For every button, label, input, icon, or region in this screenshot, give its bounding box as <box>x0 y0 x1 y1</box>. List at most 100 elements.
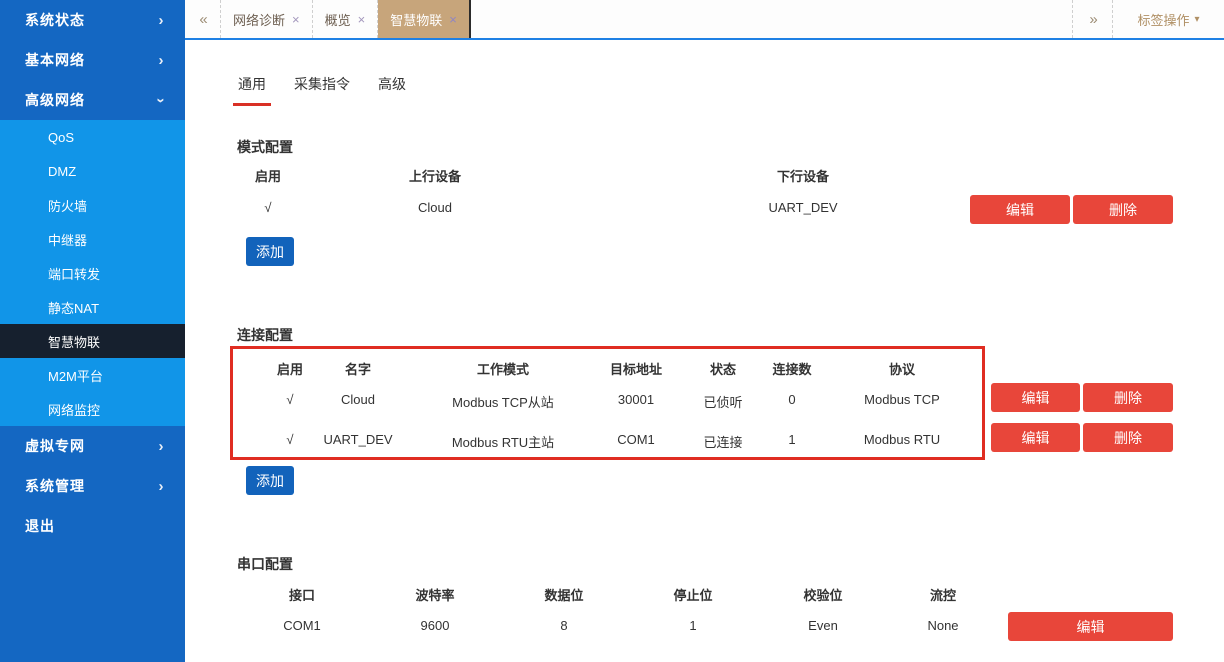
cell-name: UART_DEV <box>303 432 413 447</box>
cell-work-mode: Modbus RTU主站 <box>438 432 568 451</box>
sidebar-item-repeater[interactable]: 中继器 <box>0 222 185 256</box>
sidebar-submenu: QoS DMZ 防火墙 中继器 端口转发 静态NAT 智慧物联 M2M平台 网络… <box>0 120 185 426</box>
tab-overview[interactable]: 概览 × <box>313 0 379 38</box>
cell-name: Cloud <box>303 392 413 407</box>
sidebar-item-label: QoS <box>48 130 74 145</box>
main-content: 通用 采集指令 高级 模式配置 启用 上行设备 下行设备 √ Cloud UAR… <box>185 42 1224 662</box>
close-icon[interactable]: × <box>358 12 366 27</box>
sidebar-item-label: 退出 <box>25 516 167 536</box>
cell-work-mode: Modbus TCP从站 <box>438 392 568 411</box>
sidebar-item-static-nat[interactable]: 静态NAT <box>0 290 185 324</box>
tab-bar: « 网络诊断 × 概览 × 智慧物联 × » 标签操作 ▾ <box>185 0 1224 40</box>
tab-collect-commands[interactable]: 采集指令 <box>289 70 355 106</box>
sidebar-item-basic-network[interactable]: 基本网络 › <box>0 40 185 80</box>
mode-edit-button[interactable]: 编辑 <box>970 195 1070 224</box>
tab-advanced[interactable]: 高级 <box>373 70 411 106</box>
tab-bar-spacer <box>471 0 1072 38</box>
sidebar-item-system-management[interactable]: 系统管理 › <box>0 466 185 506</box>
tab-label: 概览 <box>325 10 351 29</box>
tab-network-diagnosis[interactable]: 网络诊断 × <box>221 0 313 38</box>
tabs-scroll-right-button[interactable]: » <box>1072 0 1112 38</box>
tab-label: 高级 <box>378 76 406 92</box>
tab-label: 通用 <box>238 76 266 92</box>
double-chevron-right-icon: » <box>1089 11 1095 28</box>
tab-smart-iot[interactable]: 智慧物联 × <box>378 0 471 38</box>
tab-actions-label: 标签操作 <box>1137 10 1189 29</box>
sidebar-item-network-monitor[interactable]: 网络监控 <box>0 392 185 426</box>
serial-stop-bits-value: 1 <box>623 618 763 633</box>
sidebar-item-firewall[interactable]: 防火墙 <box>0 188 185 222</box>
mode-upstream-value: Cloud <box>375 200 495 215</box>
connection-row1-edit-button[interactable]: 编辑 <box>991 383 1080 412</box>
tab-actions-dropdown[interactable]: 标签操作 ▾ <box>1112 0 1224 38</box>
sidebar-item-label: 高级网络 <box>25 90 155 110</box>
sidebar-item-port-forwarding[interactable]: 端口转发 <box>0 256 185 290</box>
content-tabs: 通用 采集指令 高级 <box>233 70 411 106</box>
column-header-conn-count: 连接数 <box>737 359 847 378</box>
tab-label: 智慧物联 <box>390 10 442 29</box>
sidebar-item-smart-iot[interactable]: 智慧物联 <box>0 324 185 358</box>
column-header-parity: 校验位 <box>753 585 893 604</box>
double-chevron-left-icon: « <box>199 11 205 28</box>
column-header-protocol: 协议 <box>847 359 957 378</box>
chevron-right-icon: › <box>155 438 167 455</box>
sidebar-item-label: M2M平台 <box>48 366 103 385</box>
chevron-right-icon: › <box>155 478 167 495</box>
serial-config-title: 串口配置 <box>237 554 293 574</box>
sidebar: 系统状态 › 基本网络 › 高级网络 › QoS DMZ 防火墙 中继器 端口转… <box>0 0 185 662</box>
cell-protocol: Modbus TCP <box>847 392 957 407</box>
serial-edit-button[interactable]: 编辑 <box>1008 612 1173 641</box>
app-window: 系统状态 › 基本网络 › 高级网络 › QoS DMZ 防火墙 中继器 端口转… <box>0 0 1224 662</box>
close-icon[interactable]: × <box>292 12 300 27</box>
sidebar-item-label: DMZ <box>48 164 76 179</box>
sidebar-item-vpn[interactable]: 虚拟专网 › <box>0 426 185 466</box>
connection-table: 启用 名字 工作模式 目标地址 状态 连接数 协议 √ Cloud Modbus… <box>230 346 985 460</box>
connection-row1-delete-button[interactable]: 删除 <box>1083 383 1173 412</box>
connection-row2-edit-button[interactable]: 编辑 <box>991 423 1080 452</box>
sidebar-item-dmz[interactable]: DMZ <box>0 154 185 188</box>
sidebar-item-qos[interactable]: QoS <box>0 120 185 154</box>
mode-enabled-value: √ <box>208 200 328 215</box>
mode-config-title: 模式配置 <box>237 137 293 157</box>
sidebar-item-advanced-network[interactable]: 高级网络 › <box>0 80 185 120</box>
close-icon[interactable]: × <box>449 12 457 27</box>
serial-interface-value: COM1 <box>232 618 372 633</box>
tab-general[interactable]: 通用 <box>233 70 271 106</box>
cell-protocol: Modbus RTU <box>847 432 957 447</box>
sidebar-item-label: 防火墙 <box>48 196 87 215</box>
sidebar-item-system-status[interactable]: 系统状态 › <box>0 0 185 40</box>
column-header-baud-rate: 波特率 <box>365 585 505 604</box>
mode-delete-button[interactable]: 删除 <box>1073 195 1173 224</box>
column-header-interface: 接口 <box>232 585 372 604</box>
sidebar-item-label: 网络监控 <box>48 400 100 419</box>
column-header-upstream: 上行设备 <box>375 166 495 185</box>
column-header-enabled: 启用 <box>208 166 328 185</box>
serial-parity-value: Even <box>753 618 893 633</box>
sidebar-item-label: 系统状态 <box>25 10 155 30</box>
tabs-scroll-left-button[interactable]: « <box>185 0 221 38</box>
caret-down-icon: ▾ <box>1194 14 1199 25</box>
cell-conn-count: 1 <box>737 432 847 447</box>
sidebar-item-label: 中继器 <box>48 230 87 249</box>
sidebar-item-label: 静态NAT <box>48 298 99 317</box>
mode-add-button[interactable]: 添加 <box>246 237 294 266</box>
sidebar-item-label: 虚拟专网 <box>25 436 155 456</box>
connection-add-button[interactable]: 添加 <box>246 466 294 495</box>
column-header-stop-bits: 停止位 <box>623 585 763 604</box>
sidebar-item-m2m-platform[interactable]: M2M平台 <box>0 358 185 392</box>
serial-data-bits-value: 8 <box>494 618 634 633</box>
serial-flow-control-value: None <box>873 618 1013 633</box>
column-header-flow-control: 流控 <box>873 585 1013 604</box>
sidebar-item-label: 智慧物联 <box>48 332 100 351</box>
connection-config-title: 连接配置 <box>237 325 293 345</box>
serial-baud-rate-value: 9600 <box>365 618 505 633</box>
chevron-down-icon: › <box>153 94 170 106</box>
tab-label: 网络诊断 <box>233 10 285 29</box>
column-header-work-mode: 工作模式 <box>438 359 568 378</box>
column-header-data-bits: 数据位 <box>494 585 634 604</box>
column-header-name: 名字 <box>303 359 413 378</box>
connection-row2-delete-button[interactable]: 删除 <box>1083 423 1173 452</box>
sidebar-item-logout[interactable]: 退出 <box>0 506 185 546</box>
sidebar-item-label: 基本网络 <box>25 50 155 70</box>
column-header-downstream: 下行设备 <box>743 166 863 185</box>
